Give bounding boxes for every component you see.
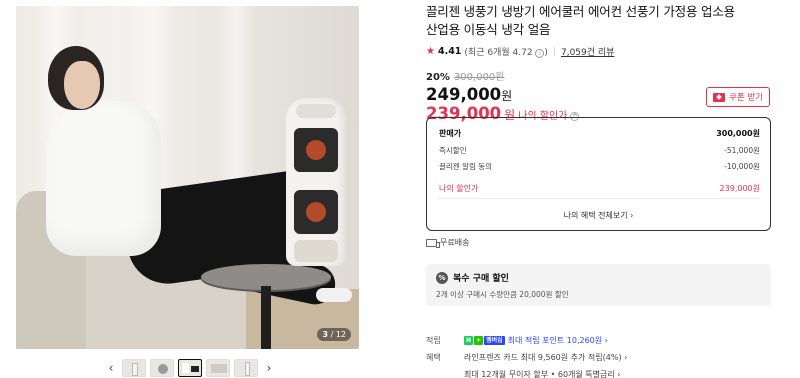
multi-discount-title: % 복수 구매 할인	[436, 271, 509, 284]
coffee-table-leg	[261, 286, 271, 349]
multi-discount-title-text: 복수 구매 할인	[453, 274, 509, 284]
truck-icon	[426, 238, 440, 248]
multi-discount-desc: 2개 이상 구매시 수량만큼 20,000원 할인	[436, 290, 569, 299]
image-counter: 3 / 12	[317, 328, 351, 341]
thumbnail-active[interactable]	[178, 359, 202, 377]
breakdown-row: 즉시할인 -51,000원	[439, 146, 760, 155]
coupon-icon	[713, 92, 725, 102]
person-foot	[316, 288, 352, 302]
air-cooler-grill	[294, 190, 338, 234]
product-photo	[16, 6, 359, 349]
product-title: 끌리젠 냉풍기 냉방기 에어쿨러 에어컨 선풍기 가정용 업소용 산업용 이동식…	[426, 3, 772, 39]
rating-detail: (최근 6개월 4.72 i)	[464, 48, 548, 58]
benefits-list: 라인프렌즈 카드 최대 9,560원 추가 적립(4%) › 최대 12개월 무…	[464, 352, 627, 378]
badge-n: N	[464, 336, 474, 345]
discount-row: 20% 300,000원	[426, 68, 772, 83]
rating-row: ★ 4.41 (최근 6개월 4.72 i) | 7,059건 리뷰	[426, 45, 772, 58]
delivery-info: 무료배송	[426, 237, 469, 248]
product-title-line: 끌리젠 냉풍기 냉방기 에어쿨러 에어컨 선풍기 가정용 업소용	[426, 4, 735, 19]
product-info: 끌리젠 냉풍기 냉방기 에어쿨러 에어컨 선풍기 가정용 업소용 산업용 이동식…	[426, 0, 772, 123]
air-cooler-product	[286, 98, 346, 266]
product-main-image[interactable]: 3 / 12	[16, 6, 359, 349]
max-points-link[interactable]: 최대 적립 포인트 10,260원 ›	[508, 335, 608, 346]
divider	[437, 198, 760, 199]
discount-rate: 20%	[426, 72, 450, 83]
breakdown-row: 판매가 300,000원	[439, 129, 760, 138]
naver-membership-badge: N + 멤버십	[464, 336, 505, 345]
thumbnail[interactable]	[150, 359, 174, 377]
air-cooler-top	[296, 104, 336, 118]
review-count-link[interactable]: 7,059건 리뷰	[561, 45, 614, 58]
rating-score: 4.41	[437, 46, 462, 57]
breakdown-row-total: 나의 할인가 239,000원	[439, 184, 760, 193]
air-cooler-grill	[294, 128, 338, 172]
coupon-label: 쿠폰 받기	[729, 93, 763, 103]
badge-membership: 멤버십	[484, 336, 505, 345]
thumbnail[interactable]	[234, 359, 258, 377]
benefits-label: 혜택	[426, 353, 441, 362]
thumb-prev-icon[interactable]: ‹	[104, 360, 118, 376]
air-cooler-base	[294, 240, 338, 262]
badge-plus: +	[474, 336, 484, 345]
breakdown-row: 끌리젠 알림 동의 -10,000원	[439, 162, 760, 171]
price-breakdown: 판매가 300,000원 즉시할인 -51,000원 끌리젠 알림 동의 -10,00…	[426, 117, 771, 231]
card-benefit-link[interactable]: 라인프렌즈 카드 최대 9,560원 추가 적립(4%) ›	[464, 352, 627, 363]
thumbnail[interactable]	[206, 359, 230, 377]
multi-purchase-discount: % 복수 구매 할인 2개 이상 구매시 수량만큼 20,000원 할인	[426, 264, 771, 306]
product-title-line: 산업용 이동식 냉각 얼음	[426, 22, 551, 37]
points-label: 적립	[426, 336, 441, 345]
person-face	[64, 61, 100, 109]
installment-benefit-link[interactable]: 최대 12개월 무이자 할부 • 60개월 특별금리 ›	[464, 369, 627, 378]
percent-icon: %	[436, 271, 448, 284]
delivery-label: 무료배송	[440, 238, 470, 247]
thumbnail-strip: ‹ ›	[104, 358, 276, 378]
thumb-next-icon[interactable]: ›	[262, 360, 276, 376]
points-row: 적립 N + 멤버십 최대 적립 포인트 10,260원 ›	[426, 335, 608, 346]
star-icon: ★	[426, 46, 435, 57]
person-shirt	[46, 101, 161, 256]
divider: |	[552, 46, 556, 57]
coupon-button[interactable]: 쿠폰 받기	[706, 87, 770, 107]
original-price: 300,000원	[453, 72, 505, 83]
benefits-row: 혜택 라인프렌즈 카드 최대 9,560원 추가 적립(4%) › 최대 12개…	[426, 352, 627, 378]
thumbnail[interactable]	[122, 359, 146, 377]
all-benefits-link[interactable]: 나의 혜택 전체보기 ›	[427, 210, 770, 221]
